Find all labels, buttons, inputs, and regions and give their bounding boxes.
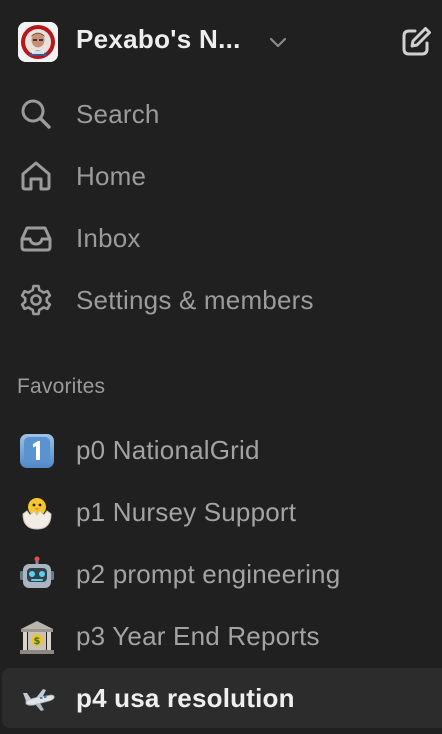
workspace-avatar[interactable] — [18, 22, 58, 62]
sidebar-item-inbox[interactable]: Inbox — [0, 211, 442, 265]
chevron-down-icon[interactable] — [266, 30, 290, 54]
favorite-label: p0 NationalGrid — [76, 435, 260, 465]
favorite-label: p4 usa resolution — [76, 683, 295, 713]
edit-icon[interactable] — [398, 24, 434, 60]
sidebar-item-search[interactable]: Search — [0, 87, 442, 141]
favorite-item-p3[interactable]: $ p3 Year End Reports — [0, 606, 442, 666]
favorite-item-p2[interactable]: p2 prompt engineering — [0, 544, 442, 604]
favorite-item-p0[interactable]: p0 NationalGrid — [0, 420, 442, 480]
svg-text:$: $ — [34, 636, 41, 647]
sidebar-item-settings[interactable]: Settings & members — [0, 273, 442, 327]
sidebar-item-label: Inbox — [76, 223, 141, 253]
workspace-header[interactable]: Pexabo's N... — [0, 0, 442, 84]
favorite-label: p3 Year End Reports — [76, 621, 320, 651]
inbox-icon — [20, 226, 52, 252]
robot-icon — [18, 556, 56, 594]
favorite-item-p4[interactable]: p4 usa resolution — [2, 668, 442, 728]
sidebar-item-label: Home — [76, 161, 147, 191]
sidebar-item-label: Search — [76, 99, 160, 129]
favorite-label: p1 Nursey Support — [76, 497, 297, 527]
keycap-one-icon — [18, 432, 56, 470]
favorite-item-p1[interactable]: p1 Nursey Support — [0, 482, 442, 542]
bank-icon: $ — [18, 618, 56, 656]
sidebar-item-home[interactable]: Home — [0, 149, 442, 203]
search-icon — [21, 99, 51, 129]
favorite-label: p2 prompt engineering — [76, 559, 341, 589]
airplane-icon — [20, 680, 58, 718]
home-icon — [21, 161, 51, 191]
hatching-chick-icon — [18, 494, 56, 532]
workspace-name[interactable]: Pexabo's N... — [76, 24, 241, 55]
sidebar-item-label: Settings & members — [76, 285, 314, 315]
gear-icon — [20, 284, 52, 316]
favorites-section-title[interactable]: Favorites — [17, 375, 105, 399]
